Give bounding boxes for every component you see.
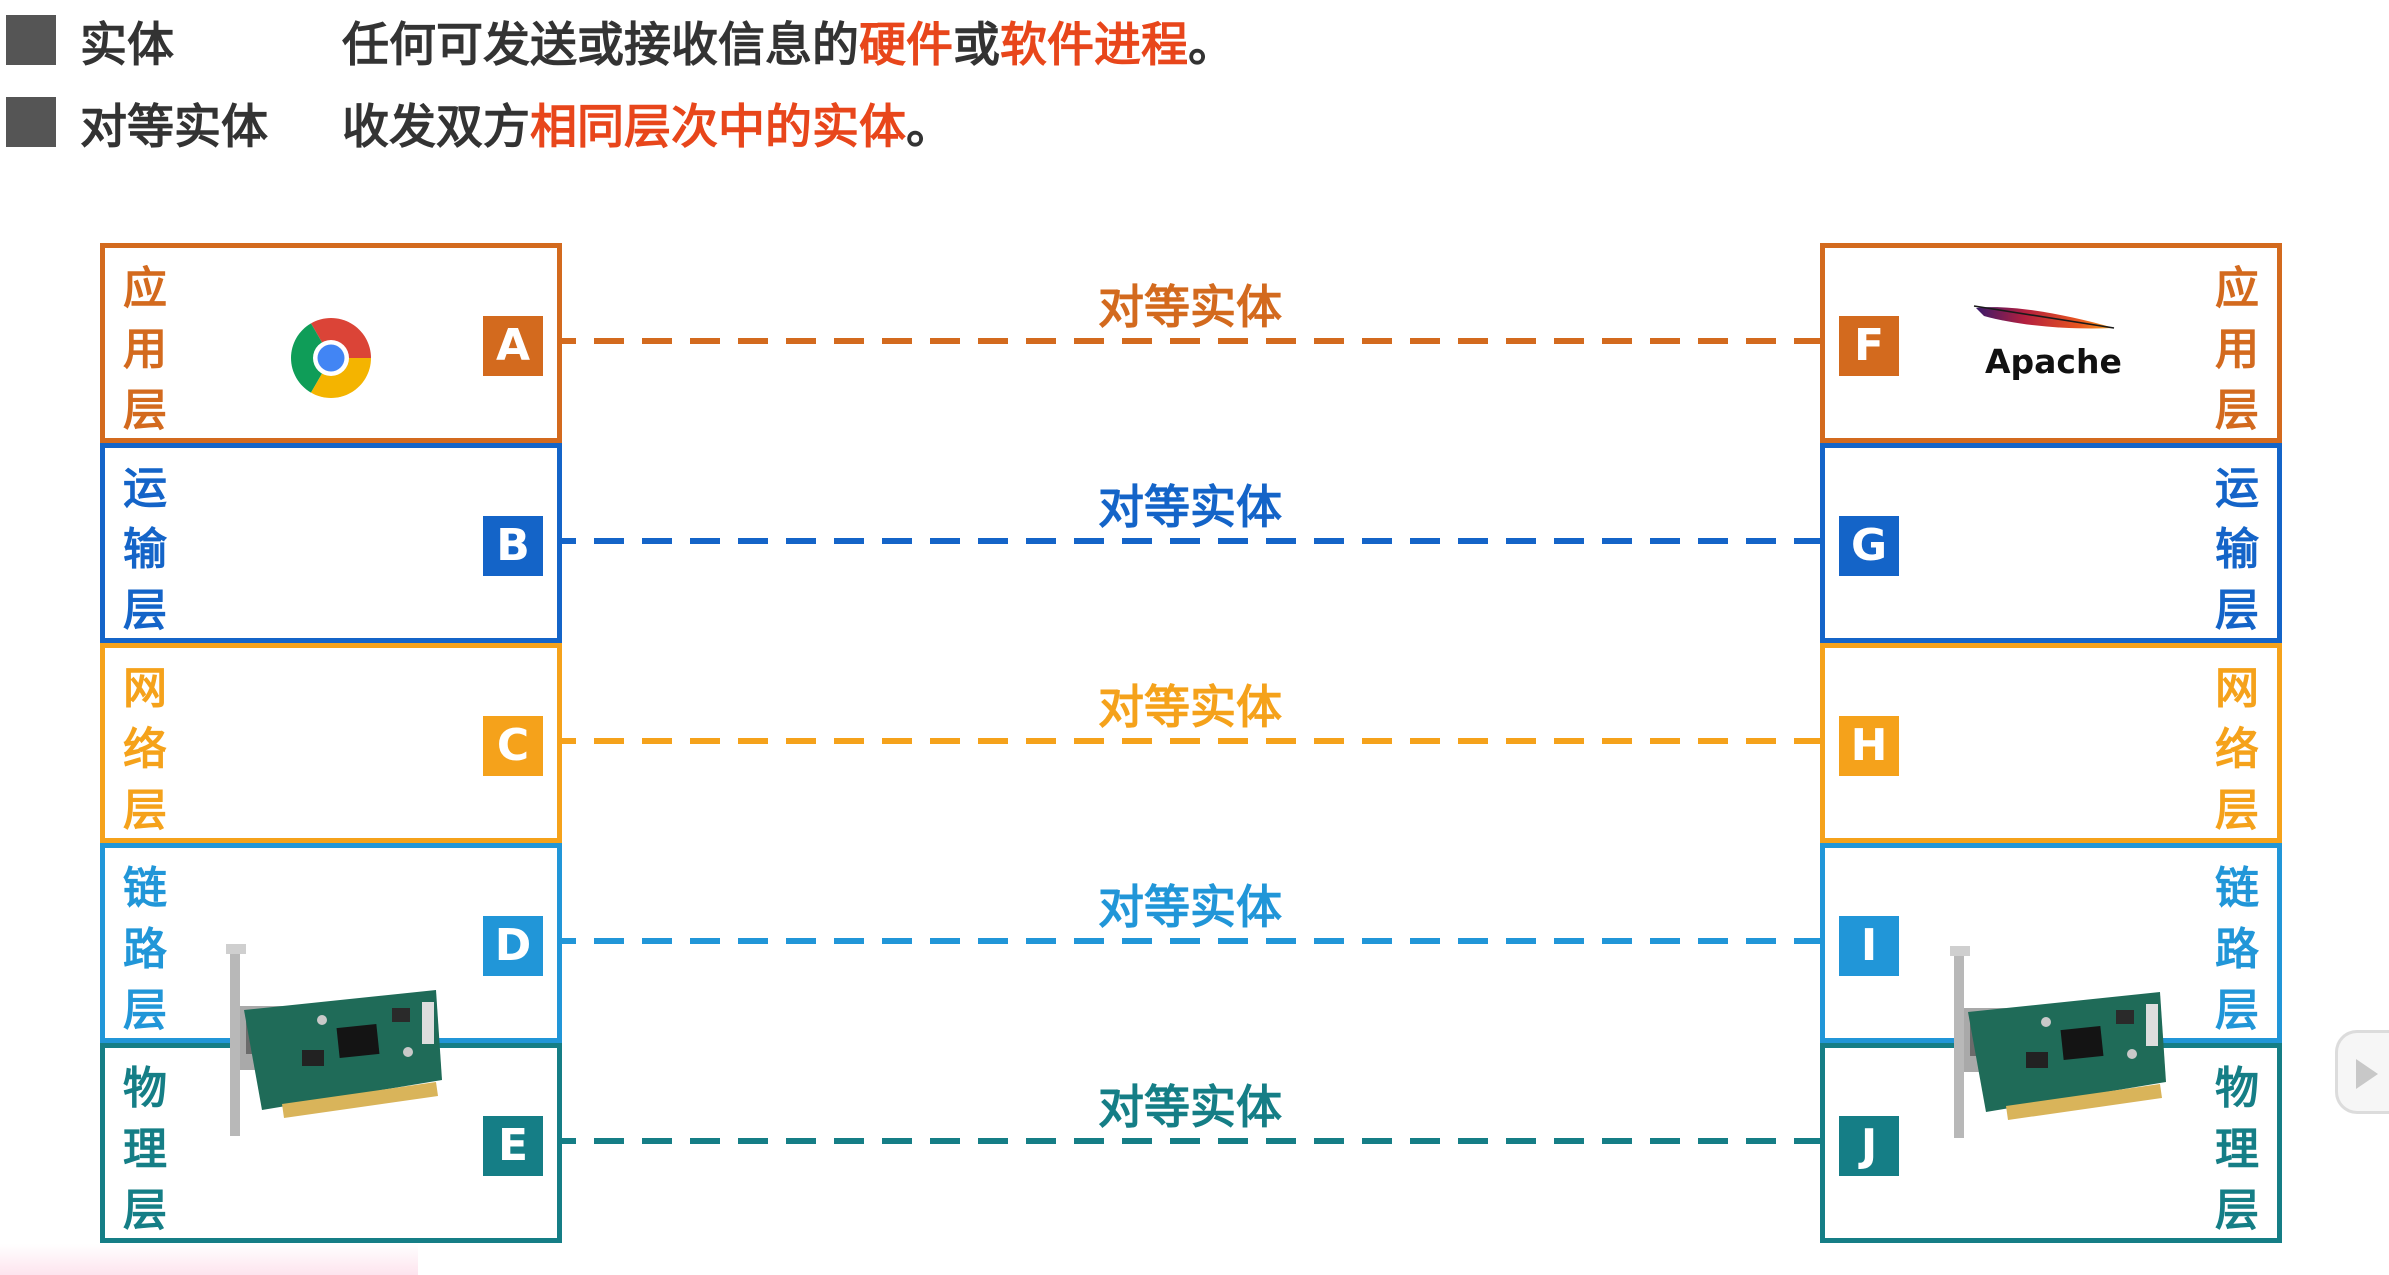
layer-name: 运输层	[117, 458, 173, 641]
layer-name: 应用层	[117, 258, 173, 441]
left-layer-box: 网络层 C	[100, 643, 562, 843]
layer-name-char: 层	[2215, 385, 2259, 436]
layer-name-char: 路	[123, 924, 167, 975]
peer-entity-label: 对等实体	[1098, 680, 1282, 734]
entity-badge: J	[1839, 1116, 1899, 1176]
peer-entity-label: 对等实体	[1098, 880, 1282, 934]
layer-name: 应用层	[2209, 258, 2265, 441]
right-layer-box: 运输层 G	[1820, 443, 2282, 643]
layer-name-char: 层	[123, 785, 167, 836]
layer-name-char: 网	[123, 663, 167, 714]
layer-name: 链路层	[2209, 858, 2265, 1041]
layer-name-char: 络	[123, 724, 167, 775]
layer-name-char: 路	[2215, 924, 2259, 975]
peer-entity-label: 对等实体	[1098, 280, 1282, 334]
layer-name: 运输层	[2209, 458, 2265, 641]
layer-name-char: 层	[123, 385, 167, 436]
entity-badge: H	[1839, 716, 1899, 776]
layer-name-char: 层	[123, 985, 167, 1036]
left-layer-box: 运输层 B	[100, 443, 562, 643]
layer-name-char: 理	[123, 1124, 167, 1175]
layer-name-char: 输	[2215, 524, 2259, 575]
entity-badge: F	[1839, 316, 1899, 376]
layer-name-char: 物	[123, 1063, 167, 1114]
entity-badge: B	[483, 516, 543, 576]
layer-name-char: 络	[2215, 724, 2259, 775]
layer-name-char: 层	[123, 585, 167, 636]
layer-name-char: 应	[123, 263, 167, 314]
entity-badge: C	[483, 716, 543, 776]
layer-name-char: 物	[2215, 1063, 2259, 1114]
peer-entity-label: 对等实体	[1098, 480, 1282, 534]
layer-name: 物理层	[2209, 1058, 2265, 1241]
layer-name-char: 运	[2215, 463, 2259, 514]
side-play-button[interactable]	[2335, 1030, 2389, 1114]
layer-name-char: 层	[2215, 585, 2259, 636]
layer-name-char: 层	[2215, 985, 2259, 1036]
layer-name: 链路层	[117, 858, 173, 1041]
layer-name-char: 链	[123, 863, 167, 914]
layer-name-char: 输	[123, 524, 167, 575]
play-icon	[2356, 1059, 2378, 1089]
entity-badge: I	[1839, 916, 1899, 976]
chrome-logo	[291, 318, 371, 398]
layer-name-char: 理	[2215, 1124, 2259, 1175]
entity-badge: E	[483, 1116, 543, 1176]
layer-name: 网络层	[2209, 658, 2265, 841]
entity-badge: A	[483, 316, 543, 376]
layer-name: 物理层	[117, 1058, 173, 1241]
right-layer-box: 网络层 H	[1820, 643, 2282, 843]
nic-card-right	[1950, 946, 2166, 1138]
layer-name-char: 用	[123, 324, 167, 375]
layer-name-char: 运	[123, 463, 167, 514]
layer-name-char: 链	[2215, 863, 2259, 914]
nic-card-left	[226, 944, 442, 1136]
entity-badge: G	[1839, 516, 1899, 576]
layer-name: 网络层	[117, 658, 173, 841]
bottom-decoration-strip	[0, 1244, 418, 1275]
apache-logo-text: Apache	[1985, 342, 2122, 381]
entity-badge: D	[483, 916, 543, 976]
layer-name-char: 用	[2215, 324, 2259, 375]
layer-name-char: 层	[2215, 1185, 2259, 1236]
layer-name-char: 层	[123, 1185, 167, 1236]
layer-name-char: 层	[2215, 785, 2259, 836]
layer-name-char: 应	[2215, 263, 2259, 314]
layer-name-char: 网	[2215, 663, 2259, 714]
peer-entity-label: 对等实体	[1098, 1080, 1282, 1134]
